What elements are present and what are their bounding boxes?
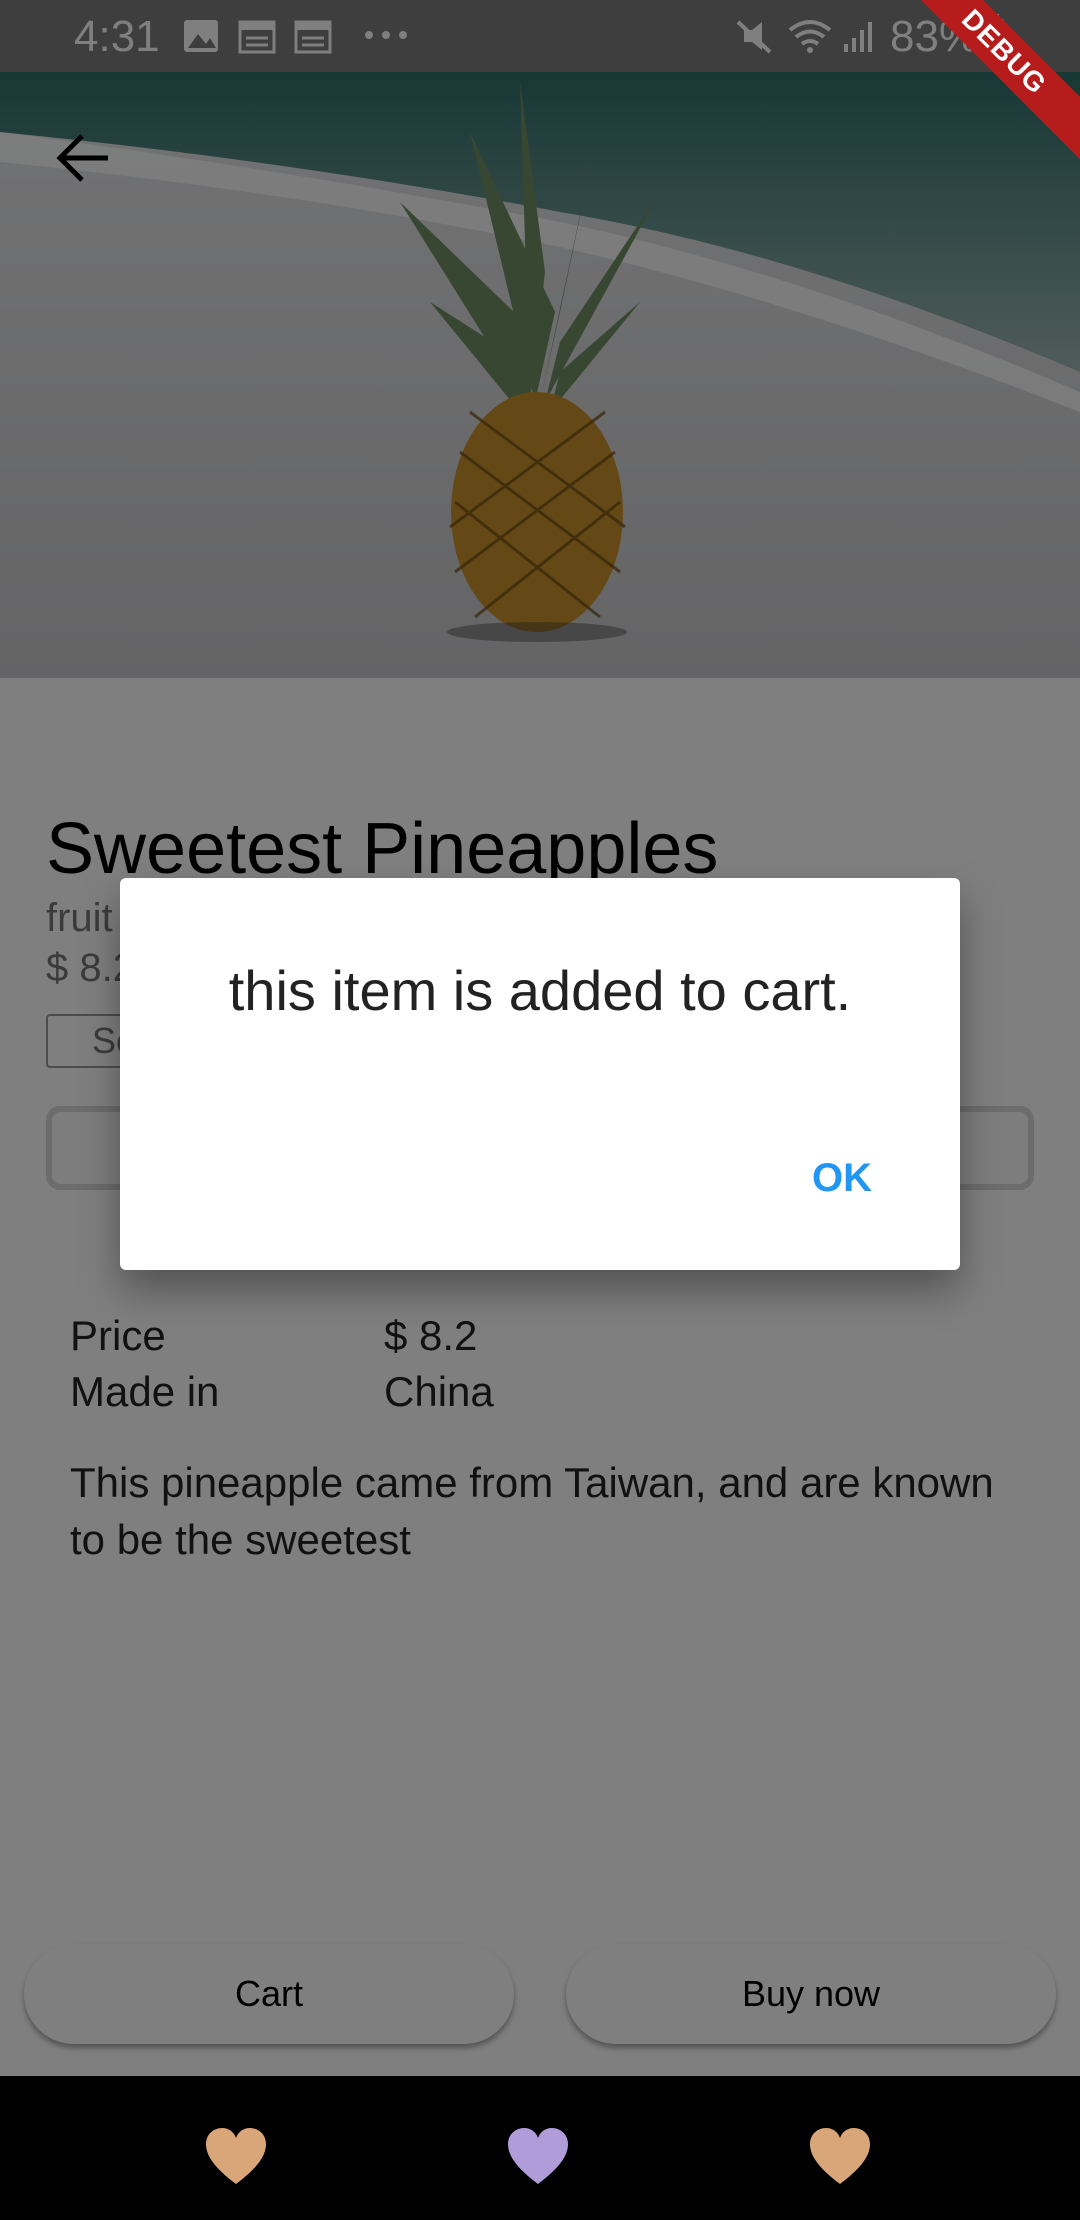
heart-icon[interactable] — [506, 2126, 570, 2186]
heart-icon[interactable] — [204, 2126, 268, 2186]
heart-shape — [206, 2128, 266, 2184]
ok-button[interactable]: OK — [794, 1148, 890, 1209]
system-nav-bar — [0, 2076, 1080, 2220]
heart-shape — [508, 2128, 568, 2184]
added-to-cart-dialog: this item is added to cart. OK — [120, 878, 960, 1270]
dialog-message: this item is added to cart. — [228, 959, 852, 1022]
heart-icon[interactable] — [808, 2126, 872, 2186]
heart-shape — [810, 2128, 870, 2184]
